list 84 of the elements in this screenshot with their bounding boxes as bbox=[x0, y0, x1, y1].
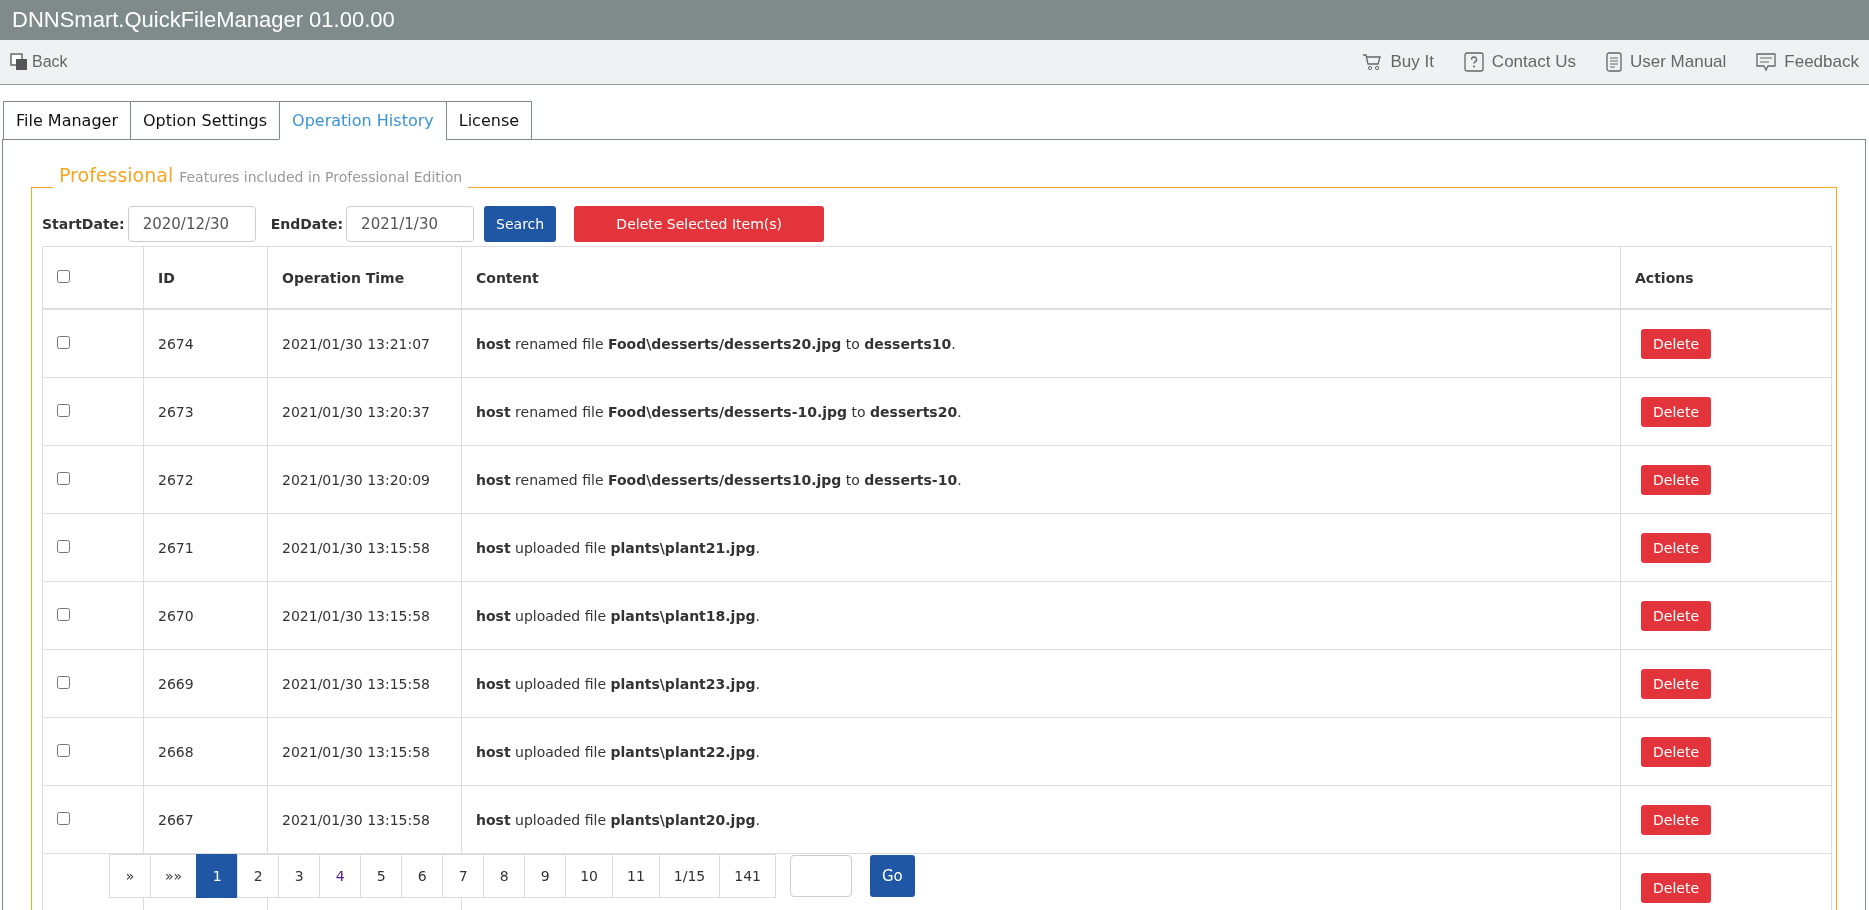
delete-selected-button[interactable]: Delete Selected Item(s) bbox=[574, 206, 825, 242]
section-title: Professional bbox=[59, 164, 174, 186]
table-cell: host uploaded file plants\plant22.jpg. bbox=[476, 743, 760, 760]
table-cell: host renamed file Food\desserts/desserts20.jpg to desserts10. bbox=[476, 335, 956, 352]
page-link[interactable]: 141 bbox=[719, 854, 776, 898]
table-cell: host uploaded file plants\plant18.jpg. bbox=[476, 607, 760, 624]
page-link[interactable]: 8 bbox=[483, 854, 526, 898]
back-icon bbox=[10, 53, 28, 71]
tab[interactable]: File Manager bbox=[3, 101, 130, 140]
table-cell: 2674 bbox=[158, 335, 194, 352]
back-link[interactable]: Back bbox=[10, 53, 68, 71]
page-link[interactable]: 9 bbox=[524, 854, 567, 898]
table-cell: 2671 bbox=[158, 539, 194, 556]
delete-button[interactable]: Delete bbox=[1641, 532, 1711, 563]
page-link[interactable]: 10 bbox=[565, 854, 613, 898]
page-link[interactable]: 3 bbox=[278, 854, 321, 898]
delete-button[interactable]: Delete bbox=[1641, 872, 1711, 903]
table-cell: 2672 bbox=[158, 471, 194, 488]
column-header: Operation Time bbox=[282, 269, 405, 286]
document-icon bbox=[1605, 52, 1622, 72]
delete-button[interactable]: Delete bbox=[1641, 464, 1711, 495]
column-header: Content bbox=[476, 269, 539, 286]
go-button[interactable]: Go bbox=[870, 855, 915, 897]
table-cell: 2021/01/30 13:20:09 bbox=[282, 471, 431, 488]
table-cell: host uploaded file plants\plant20.jpg. bbox=[476, 811, 760, 828]
page-link[interactable]: 1 bbox=[196, 854, 239, 898]
select-all-checkbox[interactable] bbox=[57, 269, 70, 283]
table-cell: 2668 bbox=[158, 743, 194, 760]
page-link[interactable]: 6 bbox=[401, 854, 444, 898]
row-checkbox[interactable] bbox=[57, 675, 70, 689]
table-cell: 2667 bbox=[158, 811, 194, 828]
toolbar-link[interactable]: Feedback bbox=[1756, 52, 1859, 72]
tab[interactable]: License bbox=[445, 101, 533, 140]
end-date-label: EndDate: bbox=[270, 216, 344, 232]
delete-button[interactable]: Delete bbox=[1641, 328, 1711, 359]
delete-button[interactable]: Delete bbox=[1641, 804, 1711, 835]
table-cell: 2021/01/30 13:15:58 bbox=[282, 675, 431, 692]
row-checkbox[interactable] bbox=[57, 403, 70, 417]
window-title: DNNSmart.QuickFileManager 01.00.00 bbox=[12, 7, 395, 33]
start-date-label: StartDate: bbox=[42, 216, 125, 232]
table-cell: 2670 bbox=[158, 607, 194, 624]
table-cell: 2021/01/30 13:15:58 bbox=[282, 811, 431, 828]
start-date-field[interactable]: 2020/12/30 bbox=[127, 206, 256, 242]
toolbar-link[interactable]: User Manual bbox=[1605, 52, 1727, 72]
tab[interactable]: Option Settings bbox=[130, 101, 280, 140]
delete-button[interactable]: Delete bbox=[1641, 600, 1711, 631]
page-link[interactable]: 4 bbox=[319, 854, 362, 898]
delete-button[interactable]: Delete bbox=[1641, 668, 1711, 699]
row-checkbox[interactable] bbox=[57, 743, 70, 757]
page-link[interactable]: 2 bbox=[237, 854, 280, 898]
row-checkbox[interactable] bbox=[57, 607, 70, 621]
chat-icon bbox=[1756, 52, 1777, 72]
table-cell: 2021/01/30 13:20:37 bbox=[282, 403, 431, 420]
toolbar-link[interactable]: Contact Us bbox=[1463, 52, 1576, 72]
row-checkbox[interactable] bbox=[57, 471, 70, 485]
end-date-field[interactable]: 2021/1/30 bbox=[346, 206, 475, 242]
row-checkbox[interactable] bbox=[57, 811, 70, 825]
toolbar-link[interactable]: Buy It bbox=[1362, 52, 1434, 72]
page-link[interactable]: 1/15 bbox=[658, 854, 721, 898]
page-number-field[interactable] bbox=[790, 855, 852, 897]
table-cell: host uploaded file plants\plant21.jpg. bbox=[476, 539, 760, 556]
page-link[interactable]: 11 bbox=[611, 854, 660, 898]
table-cell: 2021/01/30 13:15:58 bbox=[282, 743, 431, 760]
table-cell: 2673 bbox=[158, 403, 194, 420]
table-cell: 2021/01/30 13:21:07 bbox=[282, 335, 431, 352]
table-cell: host renamed file Food\desserts/desserts10.jpg to desserts-10. bbox=[476, 471, 962, 488]
table-cell: 2669 bbox=[158, 675, 194, 692]
delete-button[interactable]: Delete bbox=[1641, 736, 1711, 767]
section-subtitle: Features included in Professional Edition bbox=[179, 169, 463, 185]
table-cell: host renamed file Food\desserts/desserts-10.jpg to desserts20. bbox=[476, 403, 962, 420]
page-link[interactable]: » bbox=[109, 854, 151, 898]
column-header: Actions bbox=[1635, 269, 1694, 286]
column-header: ID bbox=[158, 269, 175, 286]
cart-icon bbox=[1362, 53, 1383, 71]
table-cell: 2021/01/30 13:15:58 bbox=[282, 539, 431, 556]
help-icon bbox=[1463, 52, 1484, 72]
table-cell: 2021/01/30 13:15:58 bbox=[282, 607, 431, 624]
page-link[interactable]: 5 bbox=[360, 854, 403, 898]
table-cell: host uploaded file plants\plant23.jpg. bbox=[476, 675, 760, 692]
page-link[interactable]: 7 bbox=[442, 854, 485, 898]
search-button[interactable]: Search bbox=[484, 206, 557, 242]
delete-button[interactable]: Delete bbox=[1641, 396, 1711, 427]
row-checkbox[interactable] bbox=[57, 539, 70, 553]
row-checkbox[interactable] bbox=[57, 335, 70, 349]
